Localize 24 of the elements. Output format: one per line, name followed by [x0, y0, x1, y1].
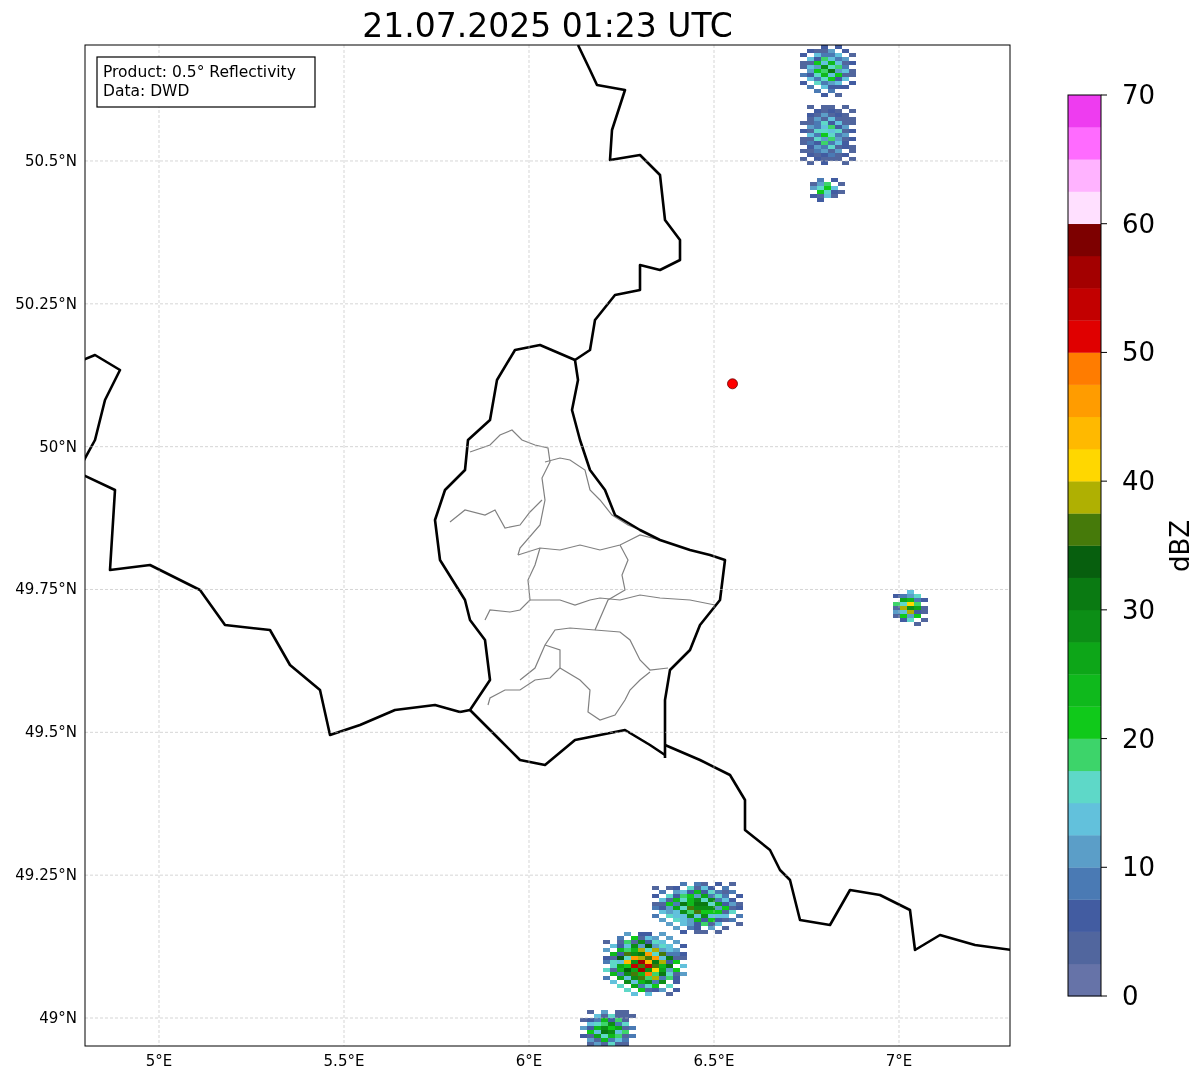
- axis-tick-label: 50.25°N: [15, 294, 77, 313]
- axis-tick-label: 7°E: [885, 1052, 913, 1070]
- chart-title: 21.07.2025 01:23 UTC: [362, 6, 733, 45]
- colorbar-tick-label: 40: [1122, 466, 1156, 497]
- colorbar-label: dBZ: [1165, 519, 1195, 573]
- axis-tick-label: 49.75°N: [15, 580, 77, 599]
- colorbar-tick-label: 10: [1122, 852, 1156, 883]
- colorbar-tick-label: 0: [1122, 981, 1139, 1011]
- axis-tick-label: 49.25°N: [15, 866, 77, 885]
- axis-tick-label: 5.5°E: [323, 1052, 365, 1070]
- annotation-text: Product: 0.5° Reflectivity: [103, 63, 296, 81]
- axis-tick-label: 50.5°N: [24, 152, 77, 170]
- axis-tick-label: 5°E: [145, 1052, 173, 1070]
- axis-tick-label: 50°N: [39, 437, 77, 456]
- colorbar-tick-label: 20: [1122, 723, 1156, 754]
- axis-tick-label: 49.5°N: [24, 723, 77, 742]
- axis-tick-label: 6.5°E: [693, 1052, 735, 1070]
- axis-tick-label: 49°N: [39, 1009, 77, 1027]
- annotation-text: Data: DWD: [103, 82, 190, 100]
- colorbar-tick-label: 70: [1122, 80, 1156, 110]
- colorbar-tick-label: 30: [1122, 594, 1156, 625]
- colorbar-tick-label: 50: [1122, 337, 1156, 368]
- colorbar-tick-label: 60: [1122, 208, 1156, 239]
- axis-tick-label: 6°E: [515, 1052, 543, 1070]
